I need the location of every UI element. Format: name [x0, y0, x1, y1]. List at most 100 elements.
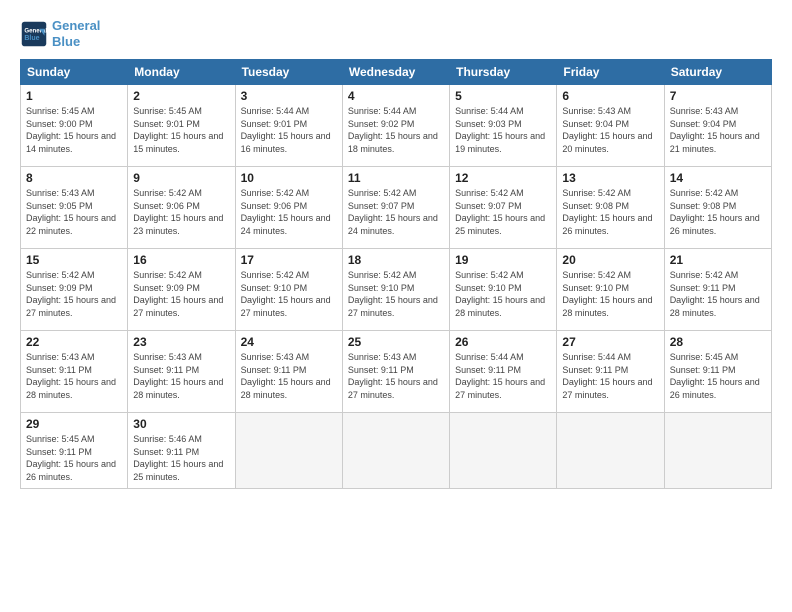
day-info: Sunrise: 5:43 AMSunset: 9:04 PMDaylight:… [562, 105, 658, 155]
calendar-cell: 7 Sunrise: 5:43 AMSunset: 9:04 PMDaylight… [664, 85, 771, 167]
day-number: 25 [348, 335, 444, 349]
day-info: Sunrise: 5:42 AMSunset: 9:06 PMDaylight:… [241, 187, 337, 237]
calendar-cell: 29 Sunrise: 5:45 AMSunset: 9:11 PMDayligh… [21, 413, 128, 488]
day-info: Sunrise: 5:42 AMSunset: 9:08 PMDaylight:… [562, 187, 658, 237]
day-info: Sunrise: 5:42 AMSunset: 9:06 PMDaylight:… [133, 187, 229, 237]
weekday-header-sunday: Sunday [21, 60, 128, 85]
week-row-2: 8 Sunrise: 5:43 AMSunset: 9:05 PMDaylight… [21, 167, 772, 249]
week-row-3: 15 Sunrise: 5:42 AMSunset: 9:09 PMDayligh… [21, 249, 772, 331]
day-info: Sunrise: 5:45 AMSunset: 9:00 PMDaylight:… [26, 105, 122, 155]
day-info: Sunrise: 5:42 AMSunset: 9:09 PMDaylight:… [26, 269, 122, 319]
day-number: 5 [455, 89, 551, 103]
day-info: Sunrise: 5:42 AMSunset: 9:10 PMDaylight:… [562, 269, 658, 319]
weekday-header-row: SundayMondayTuesdayWednesdayThursdayFrid… [21, 60, 772, 85]
day-info: Sunrise: 5:42 AMSunset: 9:10 PMDaylight:… [455, 269, 551, 319]
logo-icon: General Blue [20, 20, 48, 48]
calendar-cell: 19Sunrise: 5:42 AMSunset: 9:10 PMDayligh… [450, 249, 557, 331]
calendar-cell: 10 Sunrise: 5:42 AMSunset: 9:06 PMDayligh… [235, 167, 342, 249]
day-number: 8 [26, 171, 122, 185]
day-number: 24 [241, 335, 337, 349]
header: General Blue GeneralBlue [20, 18, 772, 49]
weekday-header-monday: Monday [128, 60, 235, 85]
day-info: Sunrise: 5:43 AMSunset: 9:04 PMDaylight:… [670, 105, 766, 155]
day-number: 11 [348, 171, 444, 185]
day-info: Sunrise: 5:45 AMSunset: 9:11 PMDaylight:… [670, 351, 766, 401]
calendar-cell: 20 Sunrise: 5:42 AMSunset: 9:10 PMDayligh… [557, 249, 664, 331]
logo: General Blue GeneralBlue [20, 18, 100, 49]
day-number: 29 [26, 417, 122, 431]
calendar-cell: 23Sunrise: 5:43 AMSunset: 9:11 PMDayligh… [128, 331, 235, 413]
calendar-cell: 30 Sunrise: 5:46 AMSunset: 9:11 PMDayligh… [128, 413, 235, 488]
calendar-cell: 2 Sunrise: 5:45 AMSunset: 9:01 PMDaylight… [128, 85, 235, 167]
day-number: 30 [133, 417, 229, 431]
day-info: Sunrise: 5:44 AMSunset: 9:03 PMDaylight:… [455, 105, 551, 155]
day-number: 26 [455, 335, 551, 349]
weekday-header-friday: Friday [557, 60, 664, 85]
day-number: 22 [26, 335, 122, 349]
calendar-cell: 21 Sunrise: 5:42 AMSunset: 9:11 PMDayligh… [664, 249, 771, 331]
day-number: 7 [670, 89, 766, 103]
day-number: 21 [670, 253, 766, 267]
calendar-cell [235, 413, 342, 488]
calendar-cell: 4 Sunrise: 5:44 AMSunset: 9:02 PMDaylight… [342, 85, 449, 167]
calendar-cell [450, 413, 557, 488]
day-info: Sunrise: 5:45 AMSunset: 9:11 PMDaylight:… [26, 433, 122, 483]
day-info: Sunrise: 5:43 AMSunset: 9:11 PMDaylight:… [241, 351, 337, 401]
day-info: Sunrise: 5:44 AMSunset: 9:11 PMDaylight:… [562, 351, 658, 401]
day-info: Sunrise: 5:42 AMSunset: 9:10 PMDaylight:… [348, 269, 444, 319]
svg-text:Blue: Blue [24, 35, 39, 42]
day-info: Sunrise: 5:42 AMSunset: 9:09 PMDaylight:… [133, 269, 229, 319]
day-info: Sunrise: 5:43 AMSunset: 9:05 PMDaylight:… [26, 187, 122, 237]
day-number: 1 [26, 89, 122, 103]
day-info: Sunrise: 5:42 AMSunset: 9:10 PMDaylight:… [241, 269, 337, 319]
calendar-cell: 28Sunrise: 5:45 AMSunset: 9:11 PMDayligh… [664, 331, 771, 413]
day-number: 18 [348, 253, 444, 267]
day-number: 10 [241, 171, 337, 185]
calendar-cell: 3 Sunrise: 5:44 AMSunset: 9:01 PMDaylight… [235, 85, 342, 167]
weekday-header-tuesday: Tuesday [235, 60, 342, 85]
day-number: 23 [133, 335, 229, 349]
calendar-cell [664, 413, 771, 488]
day-info: Sunrise: 5:45 AMSunset: 9:01 PMDaylight:… [133, 105, 229, 155]
calendar-table: SundayMondayTuesdayWednesdayThursdayFrid… [20, 59, 772, 488]
calendar-cell: 22 Sunrise: 5:43 AMSunset: 9:11 PMDayligh… [21, 331, 128, 413]
week-row-5: 29 Sunrise: 5:45 AMSunset: 9:11 PMDayligh… [21, 413, 772, 488]
weekday-header-thursday: Thursday [450, 60, 557, 85]
weekday-header-saturday: Saturday [664, 60, 771, 85]
logo-text: GeneralBlue [52, 18, 100, 49]
calendar-cell: 12Sunrise: 5:42 AMSunset: 9:07 PMDayligh… [450, 167, 557, 249]
day-number: 20 [562, 253, 658, 267]
day-info: Sunrise: 5:42 AMSunset: 9:11 PMDaylight:… [670, 269, 766, 319]
day-number: 17 [241, 253, 337, 267]
calendar-cell: 5 Sunrise: 5:44 AMSunset: 9:03 PMDaylight… [450, 85, 557, 167]
day-info: Sunrise: 5:43 AMSunset: 9:11 PMDaylight:… [26, 351, 122, 401]
day-number: 14 [670, 171, 766, 185]
day-info: Sunrise: 5:46 AMSunset: 9:11 PMDaylight:… [133, 433, 229, 483]
calendar-cell: 6 Sunrise: 5:43 AMSunset: 9:04 PMDaylight… [557, 85, 664, 167]
calendar-cell: 27 Sunrise: 5:44 AMSunset: 9:11 PMDayligh… [557, 331, 664, 413]
day-number: 12 [455, 171, 551, 185]
calendar-cell: 13Sunrise: 5:42 AMSunset: 9:08 PMDayligh… [557, 167, 664, 249]
calendar-cell: 16 Sunrise: 5:42 AMSunset: 9:09 PMDayligh… [128, 249, 235, 331]
day-number: 3 [241, 89, 337, 103]
calendar-cell: 24 Sunrise: 5:43 AMSunset: 9:11 PMDayligh… [235, 331, 342, 413]
day-info: Sunrise: 5:44 AMSunset: 9:11 PMDaylight:… [455, 351, 551, 401]
day-number: 4 [348, 89, 444, 103]
day-info: Sunrise: 5:43 AMSunset: 9:11 PMDaylight:… [348, 351, 444, 401]
day-number: 16 [133, 253, 229, 267]
day-number: 15 [26, 253, 122, 267]
calendar-cell [557, 413, 664, 488]
week-row-1: 1 Sunrise: 5:45 AMSunset: 9:00 PMDaylight… [21, 85, 772, 167]
day-info: Sunrise: 5:42 AMSunset: 9:08 PMDaylight:… [670, 187, 766, 237]
day-number: 6 [562, 89, 658, 103]
page: General Blue GeneralBlue SundayMondayTue… [0, 0, 792, 612]
calendar-cell: 15 Sunrise: 5:42 AMSunset: 9:09 PMDayligh… [21, 249, 128, 331]
calendar-cell: 1 Sunrise: 5:45 AMSunset: 9:00 PMDaylight… [21, 85, 128, 167]
week-row-4: 22 Sunrise: 5:43 AMSunset: 9:11 PMDayligh… [21, 331, 772, 413]
day-info: Sunrise: 5:44 AMSunset: 9:01 PMDaylight:… [241, 105, 337, 155]
day-info: Sunrise: 5:42 AMSunset: 9:07 PMDaylight:… [348, 187, 444, 237]
day-number: 27 [562, 335, 658, 349]
day-info: Sunrise: 5:44 AMSunset: 9:02 PMDaylight:… [348, 105, 444, 155]
day-number: 2 [133, 89, 229, 103]
calendar-cell: 26 Sunrise: 5:44 AMSunset: 9:11 PMDayligh… [450, 331, 557, 413]
